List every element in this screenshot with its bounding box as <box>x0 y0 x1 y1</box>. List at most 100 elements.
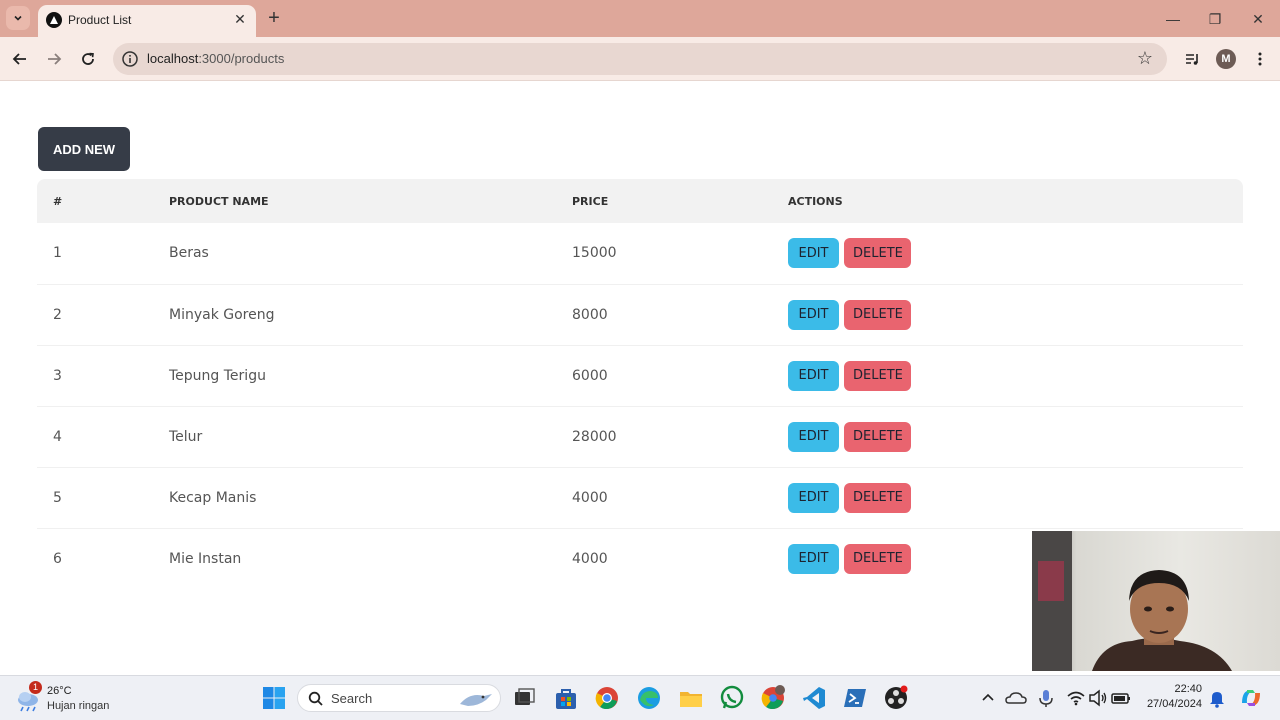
forward-button[interactable] <box>42 47 66 71</box>
search-icon <box>308 691 323 706</box>
chrome-icon[interactable] <box>594 685 620 711</box>
copilot-icon[interactable] <box>1238 685 1264 711</box>
search-highlight-bird-icon <box>460 694 492 706</box>
file-explorer-icon[interactable] <box>678 685 704 711</box>
media-queue-icon[interactable] <box>1180 47 1204 71</box>
edit-button[interactable]: EDIT <box>788 299 839 330</box>
row-number: 5 <box>37 467 153 529</box>
chevron-down-icon <box>14 15 22 21</box>
product-name: Tepung Terigu <box>153 345 556 407</box>
chrome-profile-icon[interactable] <box>760 685 786 711</box>
product-name: Telur <box>153 406 556 468</box>
product-price: 4000 <box>572 550 608 567</box>
weather-widget[interactable]: 1 26°C Hujan ringan <box>14 681 124 715</box>
close-tab-icon[interactable]: ✕ <box>232 11 248 27</box>
edit-button[interactable]: EDIT <box>788 360 839 391</box>
close-window-icon[interactable]: ✕ <box>1246 7 1270 31</box>
product-price: 8000 <box>556 284 772 346</box>
whatsapp-icon[interactable] <box>719 685 745 711</box>
reload-icon <box>82 52 94 65</box>
microsoft-store-icon[interactable] <box>553 685 579 711</box>
row-number: 3 <box>37 345 153 407</box>
edit-button[interactable]: EDIT <box>788 543 839 574</box>
search-label: Search <box>331 691 373 706</box>
edit-button[interactable]: EDIT <box>788 238 839 269</box>
info-icon[interactable] <box>121 50 139 68</box>
delete-button[interactable]: DELETE <box>844 421 912 452</box>
edge-icon[interactable] <box>636 685 662 711</box>
task-view-icon[interactable] <box>511 685 537 711</box>
arrow-right-icon <box>48 53 62 65</box>
table-row: 4 Telur 28000 EDIT DELETE <box>37 406 1243 468</box>
column-header-product-name: PRODUCT NAME <box>169 194 269 208</box>
arrow-left-icon <box>12 53 26 65</box>
profile-avatar[interactable]: M <box>1214 47 1238 71</box>
product-table: # PRODUCT NAME PRICE ACTIONS 1 Beras 150… <box>37 179 1243 589</box>
edit-button[interactable]: EDIT <box>788 482 839 513</box>
new-tab-icon[interactable]: + <box>264 8 284 28</box>
minimize-icon[interactable]: — <box>1161 7 1185 31</box>
system-clock[interactable]: 22:40 27/04/2024 <box>1147 683 1202 710</box>
vscode-icon[interactable] <box>801 685 827 711</box>
product-price: 28000 <box>556 406 772 468</box>
add-new-button[interactable]: ADD NEW <box>38 127 130 171</box>
product-name: Kecap Manis <box>153 467 556 529</box>
row-actions: EDIT DELETE <box>772 345 1243 407</box>
row-number: 4 <box>37 406 153 468</box>
table-header-row: # PRODUCT NAME PRICE ACTIONS <box>37 179 1243 223</box>
notification-bell-icon[interactable] <box>1204 685 1230 711</box>
onedrive-cloud-icon[interactable] <box>1003 685 1029 711</box>
delete-button[interactable]: DELETE <box>844 360 912 391</box>
clock-time: 22:40 <box>1174 683 1202 695</box>
weather-temperature: 26°C <box>47 685 72 697</box>
restore-icon[interactable]: ❐ <box>1203 7 1227 31</box>
windows-start-icon[interactable] <box>261 685 287 711</box>
delete-button[interactable]: DELETE <box>844 238 912 269</box>
address-bar[interactable]: localhost:3000/products ☆ <box>113 43 1167 75</box>
product-name: Beras <box>153 223 556 285</box>
powershell-icon[interactable] <box>842 685 868 711</box>
delete-button[interactable]: DELETE <box>844 543 912 574</box>
url-text: localhost:3000/products <box>147 51 285 66</box>
product-name: Minyak Goreng <box>153 284 556 346</box>
browser-titlebar: Product List ✕ + — ❐ ✕ <box>0 0 1280 37</box>
browser-tab[interactable]: Product List ✕ <box>38 5 256 37</box>
row-actions: EDIT DELETE <box>772 406 1243 468</box>
column-header-number: # <box>53 194 63 208</box>
product-price: 6000 <box>556 345 772 407</box>
show-hidden-icons-chevron-up-icon[interactable] <box>975 685 1001 711</box>
row-number: 1 <box>37 223 153 285</box>
row-number: 2 <box>37 284 153 346</box>
browser-toolbar: localhost:3000/products ☆ M <box>0 37 1280 81</box>
reload-button[interactable] <box>76 47 100 71</box>
weather-condition: Hujan ringan <box>47 700 110 712</box>
product-price: 4000 <box>556 467 772 529</box>
edit-button[interactable]: EDIT <box>788 421 839 452</box>
row-actions: EDIT DELETE <box>772 284 1243 346</box>
row-number: 6 <box>53 550 62 567</box>
column-header-actions: ACTIONS <box>788 194 843 208</box>
table-row: 1 Beras 15000 EDIT DELETE <box>37 223 1243 285</box>
microphone-icon[interactable] <box>1033 685 1059 711</box>
obs-studio-icon[interactable] <box>883 685 909 711</box>
windows-taskbar: 1 26°C Hujan ringan Search 22:40 27/04/2… <box>0 675 1280 720</box>
clock-date: 27/04/2024 <box>1146 698 1202 710</box>
table-row: 5 Kecap Manis 4000 EDIT DELETE <box>37 467 1243 529</box>
tab-search-button[interactable] <box>6 6 30 30</box>
column-header-price: PRICE <box>572 194 609 208</box>
delete-button[interactable]: DELETE <box>844 299 912 330</box>
tab-title: Product List <box>68 13 132 27</box>
product-price: 15000 <box>556 223 772 285</box>
taskbar-search[interactable]: Search <box>297 684 501 712</box>
nextjs-favicon-icon <box>46 12 62 28</box>
more-menu-icon[interactable] <box>1248 47 1272 71</box>
battery-icon[interactable] <box>1108 685 1134 711</box>
table-row: 2 Minyak Goreng 8000 EDIT DELETE <box>37 284 1243 346</box>
webcam-overlay <box>1032 531 1280 671</box>
notification-badge: 1 <box>29 681 42 694</box>
row-actions: EDIT DELETE <box>772 467 1243 529</box>
delete-button[interactable]: DELETE <box>844 482 912 513</box>
table-row: 3 Tepung Terigu 6000 EDIT DELETE <box>37 345 1243 407</box>
bookmark-star-icon[interactable]: ☆ <box>1137 48 1153 69</box>
back-button[interactable] <box>8 47 32 71</box>
